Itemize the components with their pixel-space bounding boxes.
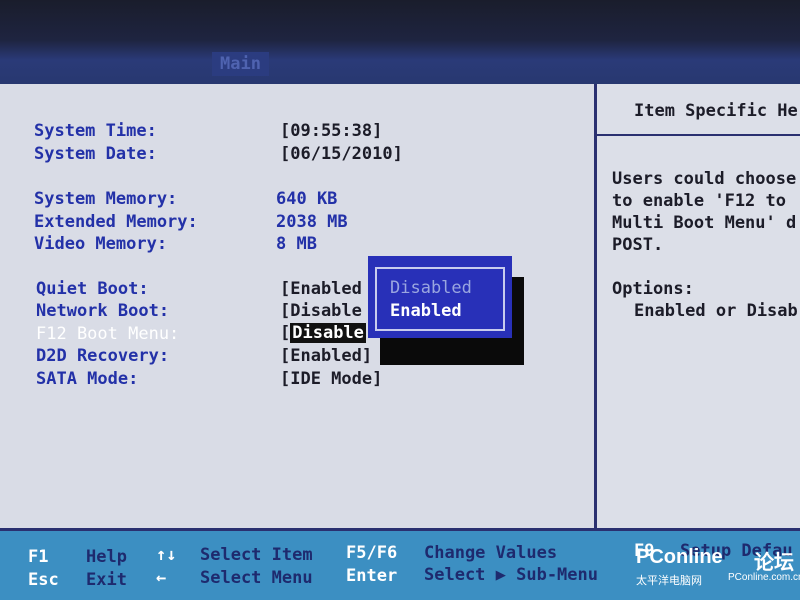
watermark-forum: 论坛 <box>754 550 794 574</box>
help-line: to enable 'F12 to <box>612 191 786 211</box>
extended-memory-label: Extended Memory: <box>34 212 198 232</box>
help-panel-title: Item Specific He <box>634 101 798 121</box>
help-title-divider <box>597 134 800 136</box>
sata-mode-label: SATA Mode: <box>36 369 139 389</box>
video-memory-value: 8 MB <box>276 234 317 254</box>
help-options-text: Enabled or Disab <box>634 301 798 321</box>
sata-mode-value[interactable]: [IDE Mode] <box>280 369 382 389</box>
bios-screen: Main System Time: [09:55:38] System Date… <box>0 0 800 600</box>
quiet-boot-label: Quiet Boot: <box>36 279 149 299</box>
footer-desc-help: Help <box>86 547 127 567</box>
tab-information[interactable] <box>30 52 200 76</box>
popup-option-enabled[interactable]: Enabled <box>390 301 462 321</box>
footer-desc-select-menu: Select Menu <box>200 568 313 588</box>
menu-bar: Main <box>0 0 800 84</box>
system-memory-value: 640 KB <box>276 189 338 209</box>
footer-desc-exit: Exit <box>86 570 127 590</box>
f12-bracket: [ <box>280 323 291 343</box>
footer-desc-select-item: Select Item <box>200 545 313 565</box>
footer-key-f1: F1 <box>28 547 49 567</box>
tab-main[interactable]: Main <box>212 52 269 76</box>
network-boot-label: Network Boot: <box>36 301 170 321</box>
d2d-recovery-value[interactable]: [Enabled] <box>280 346 372 366</box>
quiet-boot-value[interactable]: [Enabled <box>280 279 362 299</box>
watermark-brand: PConline <box>636 546 723 568</box>
footer-desc-change-values: Change Values <box>424 543 558 563</box>
popup-border <box>375 267 505 331</box>
footer-desc-select-submenu: Select ▶ Sub-Menu <box>424 565 598 585</box>
help-line: Users could choose <box>612 169 797 189</box>
video-memory-label: Video Memory: <box>34 234 168 254</box>
footer-key-enter: Enter <box>346 566 398 586</box>
network-boot-value[interactable]: [Disable <box>280 301 362 321</box>
d2d-recovery-label: D2D Recovery: <box>36 346 170 366</box>
watermark-subtitle: 太平洋电脑网 <box>636 575 702 587</box>
f12-selected-value[interactable]: Disable <box>290 323 366 343</box>
help-line: POST. <box>612 235 664 255</box>
footer-key-f5f6: F5/F6 <box>346 543 398 563</box>
popup-option-disabled[interactable]: Disabled <box>390 278 472 298</box>
footer-key-updown: ↑↓ <box>156 545 177 565</box>
f12-boot-menu-value[interactable]: [Disable <box>280 323 366 345</box>
footer-key-esc: Esc <box>28 570 59 590</box>
system-time-value[interactable]: [09:55:38] <box>280 121 382 141</box>
footer-key-left: ← <box>156 568 167 588</box>
f12-boot-menu-label: F12 Boot Menu: <box>36 324 180 344</box>
system-time-label: System Time: <box>34 121 157 141</box>
extended-memory-value: 2038 MB <box>276 212 348 232</box>
help-line: Multi Boot Menu' d <box>612 213 797 233</box>
system-memory-label: System Memory: <box>34 189 178 209</box>
watermark-url: PConline.com.cn <box>728 572 800 583</box>
pconline-watermark: PConline 太平洋电脑网 论坛 PConline.com.cn <box>636 540 800 596</box>
system-date-value[interactable]: [06/15/2010] <box>280 144 403 164</box>
help-options-label: Options: <box>612 279 694 299</box>
system-date-label: System Date: <box>34 144 157 164</box>
